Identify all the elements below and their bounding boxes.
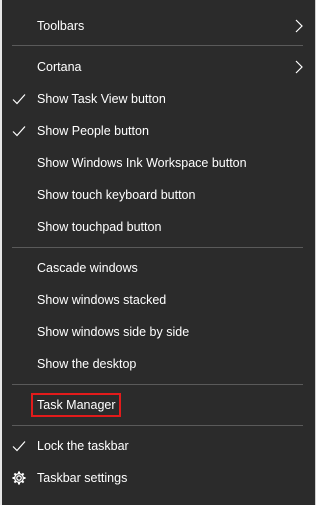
menu-separator [12, 384, 303, 385]
menu-separator [12, 247, 303, 248]
menu-item-lock-the-taskbar[interactable]: Lock the taskbar [2, 430, 314, 462]
menu-item-show-windows-ink-workspace-button[interactable]: Show Windows Ink Workspace button [2, 147, 314, 179]
menu-item-label: Show the desktop [37, 357, 137, 371]
menu-item-label: Show windows stacked [37, 293, 167, 307]
menu-item-show-touch-keyboard-button[interactable]: Show touch keyboard button [2, 179, 314, 211]
menu-item-label: Show People button [37, 124, 149, 138]
menu-item-show-the-desktop[interactable]: Show the desktop [2, 348, 314, 380]
checkmark-icon [12, 126, 26, 137]
menu-item-cortana[interactable]: Cortana [2, 51, 314, 83]
menu-separator [12, 425, 303, 426]
checkmark-icon [12, 441, 26, 452]
chevron-right-icon [295, 60, 303, 74]
gear-icon [12, 471, 26, 485]
menu-item-label: Toolbars [37, 19, 85, 33]
menu-item-task-manager[interactable]: Task Manager [2, 389, 314, 421]
menu-item-label: Show touchpad button [37, 220, 162, 234]
menu-separator [12, 45, 303, 46]
menu-item-label: Taskbar settings [37, 471, 128, 485]
menu-item-label: Cortana [37, 60, 82, 74]
menu-item-label: Show windows side by side [37, 325, 190, 339]
taskbar-context-menu: Toolbars Cortana Show Task View button S… [0, 0, 316, 505]
menu-item-taskbar-settings[interactable]: Taskbar settings [2, 462, 314, 494]
menu-item-show-touchpad-button[interactable]: Show touchpad button [2, 211, 314, 243]
menu-item-label: Show touch keyboard button [37, 188, 196, 202]
menu-item-label: Lock the taskbar [37, 439, 129, 453]
chevron-right-icon [295, 19, 303, 33]
menu-item-label: Show Task View button [37, 92, 166, 106]
menu-item-show-windows-stacked[interactable]: Show windows stacked [2, 284, 314, 316]
menu-item-label: Task Manager [37, 398, 116, 412]
menu-item-toolbars[interactable]: Toolbars [2, 10, 314, 42]
menu-item-label: Show Windows Ink Workspace button [37, 156, 247, 170]
menu-item-show-people-button[interactable]: Show People button [2, 115, 314, 147]
menu-item-label: Cascade windows [37, 261, 138, 275]
menu-item-show-task-view-button[interactable]: Show Task View button [2, 83, 314, 115]
menu-item-show-windows-side-by-side[interactable]: Show windows side by side [2, 316, 314, 348]
menu-item-cascade-windows[interactable]: Cascade windows [2, 252, 314, 284]
checkmark-icon [12, 94, 26, 105]
